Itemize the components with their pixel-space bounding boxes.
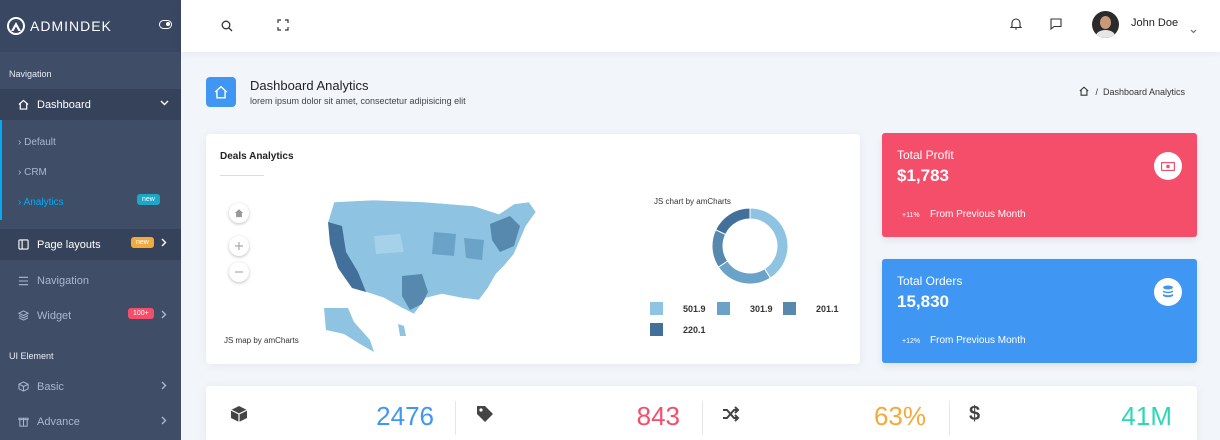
chevron-right-icon [161, 416, 167, 428]
legend-value-label: 220.1 [683, 325, 706, 335]
total-profit-card: Total Profit $1,783 +11% From Previous M… [882, 133, 1197, 237]
card-footer: From Previous Month [930, 209, 1026, 220]
layout-icon [18, 239, 29, 250]
gift-icon [18, 416, 29, 427]
sidebar-item-basic[interactable]: Basic [0, 376, 181, 398]
breadcrumb: / Dashboard Analytics [1079, 86, 1185, 98]
stat-value: 843 [636, 401, 680, 431]
top-header: John Doe [181, 0, 1220, 52]
legend-swatch[interactable] [783, 302, 796, 315]
dollar-icon: $ [969, 403, 981, 425]
sidebar-item-widget[interactable]: Widget 100+ [0, 305, 181, 327]
chevron-right-icon [161, 381, 167, 393]
sidebar-item-label: Advance [37, 416, 80, 428]
menu-icon [18, 275, 29, 286]
box-icon [18, 381, 29, 392]
sidebar-item-advance[interactable]: Advance [0, 411, 181, 433]
donut-slice[interactable] [711, 229, 729, 268]
donut-slice[interactable] [717, 260, 772, 285]
brand-name: ADMINDEK [30, 18, 112, 34]
fullscreen-icon[interactable] [277, 18, 289, 36]
subitem-label: Default [24, 137, 56, 148]
card-footer: From Previous Month [930, 335, 1026, 346]
deals-analytics-card: Deals Analytics JS map by amCharts JS ch… [206, 134, 860, 364]
sidebar-item-label: Dashboard [37, 98, 91, 111]
change-percent: +11% [902, 212, 920, 219]
sidebar-item-label: Basic [37, 381, 64, 393]
breadcrumb-separator: / [1095, 87, 1098, 97]
stat-value: 2476 [376, 401, 434, 431]
avatar[interactable] [1092, 11, 1119, 38]
card-title: Total Orders [897, 274, 963, 288]
home-icon [234, 209, 244, 218]
legend-value-label: 301.9 [750, 304, 773, 314]
change-percent: +12% [902, 338, 921, 345]
database-icon [1154, 278, 1182, 306]
divider [949, 401, 950, 435]
stat-value: 41M [1121, 401, 1172, 431]
bell-icon[interactable] [1009, 17, 1023, 35]
message-icon[interactable] [1050, 17, 1062, 35]
subitem-label: CRM [24, 167, 47, 178]
sidebar-item-page-layouts[interactable]: Page layouts new [0, 229, 181, 260]
plus-icon [235, 242, 243, 250]
donut-chart[interactable] [702, 198, 798, 294]
shuffle-icon [722, 406, 740, 427]
brand-logo-icon [7, 17, 25, 35]
title-underline [220, 175, 264, 176]
zoom-out-button[interactable] [229, 262, 249, 282]
divider [702, 401, 703, 435]
map-credit: JS map by amCharts [224, 336, 299, 345]
legend-swatch[interactable] [650, 302, 663, 315]
new-badge: new [137, 194, 160, 205]
user-name[interactable]: John Doe [1131, 17, 1178, 29]
sidebar-item-navigation[interactable]: Navigation [0, 270, 181, 292]
page-subtitle: lorem ipsum dolor sit amet, consectetur … [250, 96, 466, 106]
card-title: Deals Analytics [220, 151, 294, 162]
card-value: 15,830 [897, 292, 949, 311]
chevron-down-icon[interactable] [1190, 21, 1197, 39]
layers-icon [18, 310, 29, 321]
money-icon [1154, 152, 1182, 180]
count-badge: 100+ [128, 308, 154, 319]
minus-icon [235, 271, 243, 273]
chevron-right-icon [161, 238, 167, 250]
home-icon [18, 99, 29, 110]
home-icon[interactable] [1079, 86, 1089, 98]
map-home-button[interactable] [229, 203, 249, 223]
tag-icon [476, 405, 494, 428]
card-title: Total Profit [897, 148, 954, 162]
ui-caption: UI Element [9, 351, 54, 361]
chevron-right-icon [161, 310, 167, 322]
zoom-in-button[interactable] [229, 236, 249, 256]
legend-value-label: 201.1 [816, 304, 839, 314]
divider [455, 401, 456, 435]
sidebar-item-label: Page layouts [37, 238, 101, 251]
legend-swatch[interactable] [717, 302, 730, 315]
logo-bar: ADMINDEK [0, 0, 181, 52]
sidebar-item-label: Navigation [37, 275, 89, 287]
usa-map[interactable] [314, 196, 544, 354]
total-orders-card: Total Orders 15,830 +12% From Previous M… [882, 259, 1197, 363]
sidebar-item-label: Widget [37, 310, 72, 322]
subitem-label: Analytics [23, 197, 64, 208]
chevron-down-icon [160, 97, 169, 109]
legend-value-label: 501.9 [683, 304, 706, 314]
card-value: $1,783 [897, 166, 949, 185]
cube-icon [230, 405, 248, 428]
search-icon[interactable] [221, 19, 233, 37]
donut-slice[interactable] [714, 207, 751, 236]
sidebar: ADMINDEK Navigation Dashboard › Default … [0, 0, 181, 440]
nav-caption: Navigation [9, 69, 52, 79]
donut-slice[interactable] [749, 207, 789, 279]
legend-swatch[interactable] [650, 323, 663, 336]
active-indicator [0, 120, 2, 220]
page-title: Dashboard Analytics [250, 78, 369, 93]
sidebar-toggle-icon[interactable] [159, 20, 172, 29]
stat-value: 63% [873, 401, 926, 431]
breadcrumb-current[interactable]: Dashboard Analytics [1103, 87, 1185, 97]
page-home-icon [206, 77, 236, 107]
new-badge: new [131, 237, 154, 248]
sidebar-item-dashboard[interactable]: Dashboard [0, 89, 181, 120]
